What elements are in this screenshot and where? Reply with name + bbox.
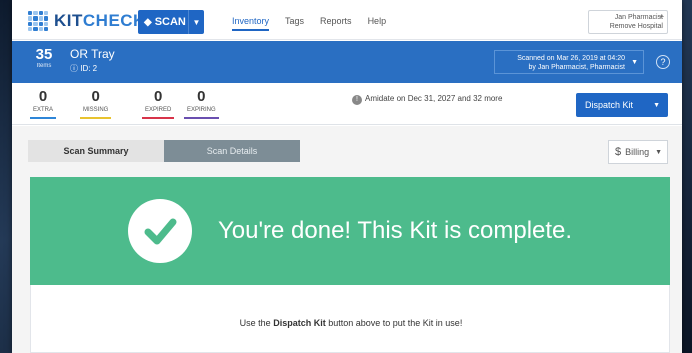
- nav-reports[interactable]: Reports: [320, 16, 352, 31]
- alert-icon: !: [352, 95, 362, 105]
- scanned-by: by Jan Pharmacist, Pharmacist: [528, 64, 625, 71]
- instruction-text: Use the Dispatch Kit button above to put…: [239, 318, 463, 328]
- stat-extra[interactable]: 0 EXTRA: [30, 88, 57, 119]
- top-navigation: KITCHECK ◆ SCAN ▼ Inventory Tags Reports…: [12, 0, 682, 40]
- dispatch-kit-button[interactable]: Dispatch Kit ▼: [576, 93, 668, 117]
- chevron-down-icon: ▼: [631, 59, 638, 66]
- kit-complete-banner: You're done! This Kit is complete.: [30, 177, 670, 285]
- stat-missing-underline: [80, 117, 112, 119]
- scan-tabs: Scan Summary Scan Details: [28, 140, 300, 162]
- billing-dropdown[interactable]: $ Billing ▼: [608, 140, 668, 164]
- checkmark-icon: [127, 199, 192, 263]
- scan-history-dropdown[interactable]: Scanned on Mar 26, 2019 at 04:20 by Jan …: [494, 50, 644, 74]
- tab-scan-summary[interactable]: Scan Summary: [28, 140, 164, 162]
- scan-content: Scan Summary Scan Details $ Billing ▼ Yo…: [12, 126, 682, 353]
- scan-label: SCAN: [154, 16, 186, 28]
- stat-expiring-underline: [184, 117, 219, 119]
- stat-expiring[interactable]: 0 EXPIRING: [184, 89, 219, 119]
- logo-text: KITCHECK: [54, 11, 146, 30]
- kitcheck-logo[interactable]: KITCHECK: [28, 10, 146, 32]
- dispatch-kit-label: Dispatch Kit: [585, 100, 634, 110]
- nav-inventory[interactable]: Inventory: [232, 16, 270, 31]
- app-window: KITCHECK ◆ SCAN ▼ Inventory Tags Reports…: [12, 0, 682, 353]
- dollar-icon: $: [615, 146, 622, 158]
- kit-id: ⓘ ID: 2: [70, 63, 115, 74]
- user-org: Remove Hospital: [609, 23, 663, 30]
- stat-extra-value: 0: [38, 88, 48, 105]
- kit-id-value: ID: 2: [80, 64, 98, 73]
- chevron-down-icon: ▼: [655, 148, 662, 156]
- scan-button[interactable]: ◆ SCAN ▼: [138, 10, 204, 34]
- instruction-panel: Use the Dispatch Kit button above to put…: [30, 285, 670, 353]
- item-count-value: 35: [35, 46, 53, 63]
- stat-extra-label: EXTRA: [33, 107, 54, 113]
- info-icon: ⓘ: [70, 64, 78, 73]
- expand-icon: +: [659, 12, 664, 21]
- tag-icon: ◆: [144, 16, 152, 28]
- stat-expired-label: EXPIRED: [145, 107, 172, 113]
- help-icon[interactable]: ?: [656, 55, 670, 69]
- stat-expiring-label: EXPIRING: [187, 107, 216, 113]
- stat-missing-label: MISSING: [83, 107, 109, 113]
- kit-complete-message: You're done! This Kit is complete.: [217, 217, 573, 244]
- main-nav: Inventory Tags Reports Help: [232, 16, 386, 31]
- kit-stats: 0 EXTRA 0 MISSING 0 EXPIRED 0 EXPIRING !…: [12, 83, 682, 125]
- stat-expired[interactable]: 0 EXPIRED: [142, 88, 175, 119]
- item-count: 35 Items: [32, 46, 56, 70]
- billing-label: Billing: [625, 147, 650, 157]
- expiration-notice-text: Amidate on Dec 31, 2027 and 32 more: [365, 94, 503, 103]
- stat-extra-underline: [30, 117, 57, 119]
- stat-missing[interactable]: 0 MISSING: [80, 88, 112, 119]
- stat-expiring-value: 0: [197, 88, 206, 105]
- nav-help[interactable]: Help: [368, 16, 387, 31]
- kit-name: OR Tray: [70, 47, 115, 61]
- scan-dropdown-caret-icon[interactable]: ▼: [188, 10, 204, 34]
- expiration-notice[interactable]: ! Amidate on Dec 31, 2027 and 32 more: [352, 93, 512, 105]
- logo-grid-icon: [28, 11, 48, 31]
- nav-tags[interactable]: Tags: [285, 16, 304, 31]
- kit-info: OR Tray ⓘ ID: 2: [70, 47, 115, 74]
- user-menu[interactable]: Jan Pharmacist Remove Hospital +: [588, 10, 668, 34]
- stat-missing-value: 0: [91, 88, 100, 105]
- chevron-down-icon[interactable]: ▼: [653, 102, 660, 109]
- stat-expired-underline: [142, 117, 175, 119]
- kit-header-bar: 35 Items OR Tray ⓘ ID: 2 Scanned on Mar …: [12, 41, 682, 83]
- stat-expired-value: 0: [154, 88, 163, 105]
- user-name: Jan Pharmacist: [614, 14, 663, 21]
- item-count-label: Items: [36, 63, 52, 69]
- tab-scan-details[interactable]: Scan Details: [164, 140, 300, 162]
- scanned-date: Scanned on Mar 26, 2019 at 04:20: [517, 55, 625, 62]
